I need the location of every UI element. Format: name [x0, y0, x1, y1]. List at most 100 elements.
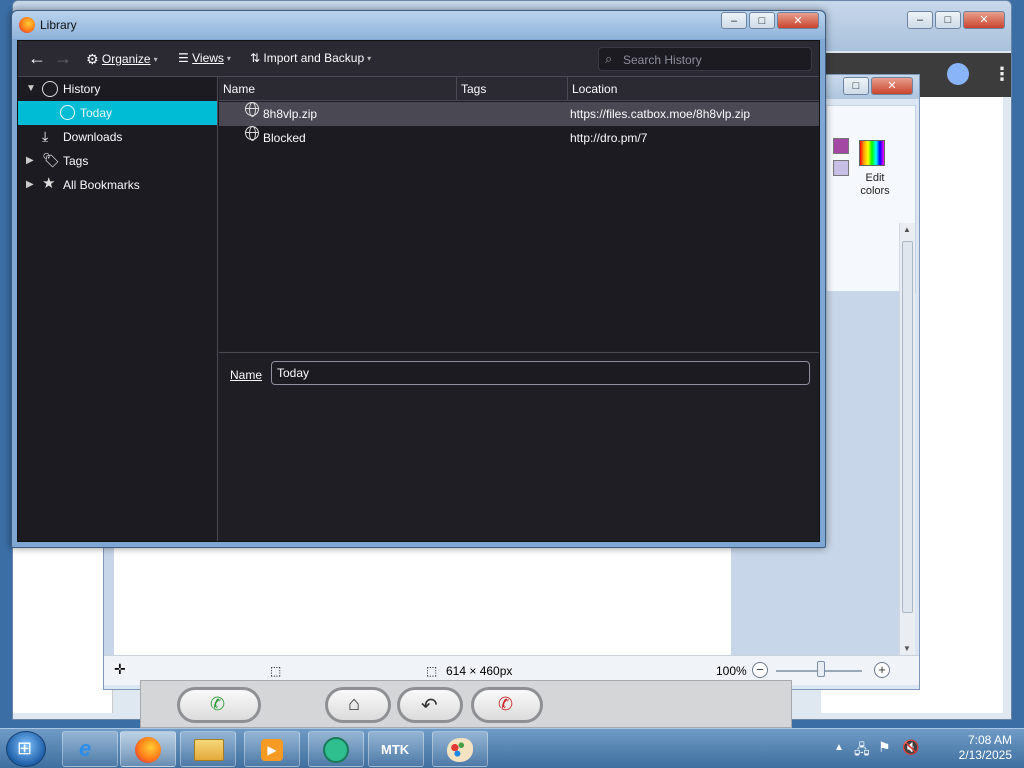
- tree-label: Today: [80, 106, 113, 120]
- tree-item-all-bookmarks[interactable]: ▶ ★ All Bookmarks: [18, 173, 217, 197]
- firefox-icon: [135, 737, 161, 763]
- library-minimize-button[interactable]: –: [721, 12, 747, 29]
- back-arrow-icon: ↶: [421, 695, 438, 717]
- phone-green-icon: ✆: [210, 694, 226, 714]
- gear-icon: ⚙: [86, 51, 99, 67]
- import-backup-menu-button[interactable]: ⇅ Import and Backup ▾: [250, 51, 371, 65]
- name-label-text: Name: [230, 368, 263, 382]
- library-window-controls: – □ ✕: [721, 12, 819, 29]
- windows-logo-icon: ⊞: [17, 738, 33, 758]
- details-pane: Name Today: [219, 352, 819, 541]
- home-icon: ⌂: [348, 693, 361, 715]
- call-button[interactable]: ✆: [177, 687, 261, 723]
- row-location: http://dro.pm/7: [570, 131, 648, 145]
- library-close-button[interactable]: ✕: [777, 12, 819, 29]
- tree-label: Downloads: [63, 130, 123, 144]
- canvas-size-icon: ⬚: [426, 664, 438, 678]
- system-clock[interactable]: 7:08 AM 2/13/2025: [959, 733, 1012, 763]
- chat-icon: [323, 737, 349, 763]
- taskbar-file-explorer[interactable]: [180, 731, 236, 767]
- paint-close-button[interactable]: ✕: [871, 77, 913, 95]
- canvas-dimensions: 614 × 460px: [446, 664, 513, 678]
- color-swatch-lavender[interactable]: [833, 160, 849, 176]
- chevron-down-icon[interactable]: ▼: [26, 77, 36, 101]
- globe-icon: [245, 126, 259, 141]
- star-icon: ★: [42, 175, 56, 192]
- search-placeholder: Search History: [623, 53, 702, 67]
- row-location: https://files.catbox.moe/8h8vlp.zip: [570, 107, 751, 121]
- import-backup-label: Import and Backup: [263, 51, 365, 65]
- library-sidebar-tree: ▼ History Today ⤓ Downloads ▶ 🏷 Tags ▶ ★…: [18, 77, 218, 541]
- tree-item-today[interactable]: Today: [18, 101, 217, 125]
- clock-time: 7:08 AM: [967, 733, 1012, 747]
- color-swatch-purple[interactable]: [833, 138, 849, 154]
- tree-label: Tags: [63, 154, 89, 168]
- clock-date: 2/13/2025: [958, 748, 1012, 762]
- tree-item-downloads[interactable]: ⤓ Downloads: [18, 125, 217, 149]
- sort-arrows-icon: ⇅: [250, 51, 261, 65]
- show-hidden-icons-icon[interactable]: ▲: [834, 742, 844, 753]
- flag-icon[interactable]: ⚑: [878, 739, 891, 756]
- table-row[interactable]: Blocked http://dro.pm/7: [219, 126, 819, 150]
- search-history-input[interactable]: ⌕ Search History: [598, 47, 812, 71]
- zoom-in-button[interactable]: +: [874, 662, 890, 678]
- close-button[interactable]: ✕: [963, 11, 1005, 29]
- tree-label: All Bookmarks: [63, 178, 140, 192]
- paint-vertical-scrollbar[interactable]: ▲ ▼: [899, 223, 915, 655]
- speaker-muted-icon[interactable]: 🔇: [902, 739, 919, 756]
- taskbar-firefox[interactable]: [120, 731, 176, 767]
- search-icon: ⌕: [605, 51, 613, 66]
- zoom-percentage: 100%: [716, 664, 747, 678]
- back-button[interactable]: ↶: [397, 687, 463, 723]
- edit-colors-button[interactable]: Edit colors: [855, 172, 895, 198]
- tree-item-tags[interactable]: ▶ 🏷 Tags: [18, 149, 217, 173]
- taskbar: ⊞ e ▶ MTK ▲ 🖧 ⚑ 🔇 7:08 AM 2/13/2025: [0, 728, 1024, 768]
- column-header-tags[interactable]: Tags: [457, 77, 568, 101]
- download-icon: ⤓: [42, 128, 49, 144]
- chevron-down-icon: ▾: [226, 54, 231, 63]
- taskbar-mtk[interactable]: MTK: [368, 731, 424, 767]
- taskbar-internet-explorer[interactable]: e: [62, 731, 118, 767]
- forward-arrow-icon[interactable]: →: [54, 48, 72, 69]
- taskbar-media-player[interactable]: ▶: [244, 731, 300, 767]
- chevron-right-icon[interactable]: ▶: [26, 149, 34, 173]
- name-field[interactable]: Today: [271, 361, 810, 385]
- column-headers: Name Tags Location: [219, 77, 819, 101]
- taskbar-paint[interactable]: [432, 731, 488, 767]
- row-name: Blocked: [263, 131, 306, 145]
- tree-item-history[interactable]: ▼ History: [18, 77, 217, 101]
- firefox-icon: [19, 17, 35, 33]
- library-maximize-button[interactable]: □: [749, 12, 775, 29]
- minimize-button[interactable]: –: [907, 11, 933, 29]
- organize-menu-button[interactable]: ⚙ Organize ▾: [86, 51, 158, 68]
- scroll-up-icon[interactable]: ▲: [903, 225, 911, 234]
- table-row[interactable]: 8h8vlp.zip https://files.catbox.moe/8h8v…: [219, 102, 819, 126]
- column-header-location[interactable]: Location: [568, 77, 819, 101]
- views-label: Views: [192, 51, 224, 65]
- more-menu-icon[interactable]: ⋮: [993, 65, 1011, 83]
- zoom-out-button[interactable]: −: [752, 662, 768, 678]
- tag-icon: 🏷: [42, 152, 60, 168]
- list-icon: ☰: [178, 51, 189, 65]
- library-window: Library – □ ✕ ← → ⚙ Organize ▾ ☰ Views ▾ ⇅…: [11, 10, 826, 548]
- chevron-right-icon[interactable]: ▶: [26, 173, 34, 197]
- move-cursor-icon: ✛: [114, 661, 126, 677]
- library-toolbar: ← → ⚙ Organize ▾ ☰ Views ▾ ⇅ Import and Ba…: [18, 41, 819, 77]
- home-button[interactable]: ⌂: [325, 687, 391, 723]
- end-call-button[interactable]: ✆: [471, 687, 543, 723]
- back-arrow-icon[interactable]: ←: [28, 48, 46, 69]
- paint-maximize-button[interactable]: □: [843, 77, 869, 95]
- column-header-name[interactable]: Name: [219, 77, 457, 101]
- network-icon[interactable]: 🖧: [854, 739, 870, 763]
- maximize-button[interactable]: □: [935, 11, 961, 29]
- avatar-icon[interactable]: [947, 63, 969, 85]
- color-spectrum-icon: [859, 140, 885, 166]
- zoom-slider-thumb[interactable]: [817, 661, 825, 677]
- start-button[interactable]: ⊞: [6, 731, 46, 767]
- clock-icon: [60, 105, 75, 120]
- scrollbar-thumb[interactable]: [902, 241, 913, 613]
- scroll-down-icon[interactable]: ▼: [903, 644, 911, 653]
- views-menu-button[interactable]: ☰ Views ▾: [178, 51, 231, 65]
- system-tray: ▲ 🖧 ⚑ 🔇 7:08 AM 2/13/2025: [834, 729, 1024, 768]
- taskbar-chat-app[interactable]: [308, 731, 364, 767]
